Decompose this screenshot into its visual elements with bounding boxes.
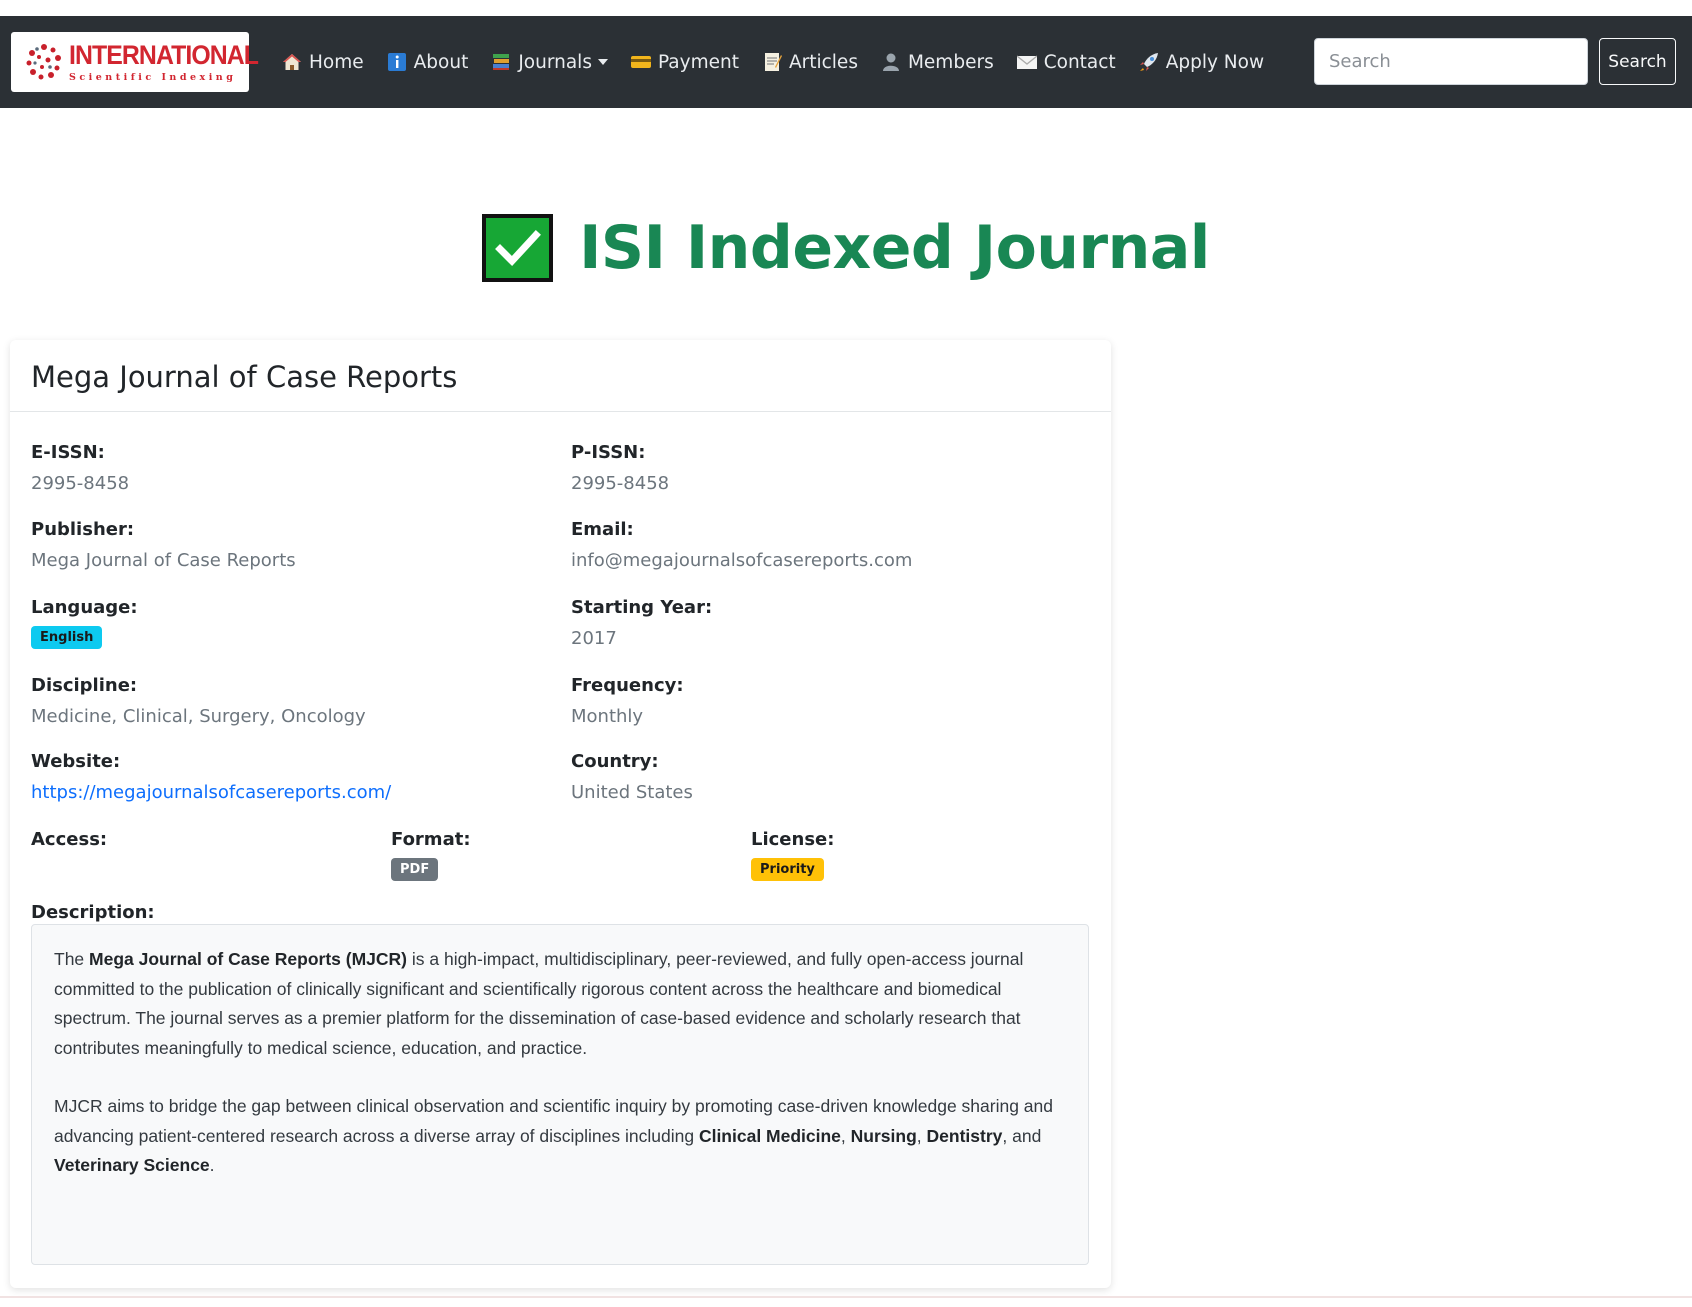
discipline-label: Discipline: <box>31 675 138 696</box>
website-link[interactable]: https://megajournalsofcasereports.com/ <box>31 782 391 803</box>
house-icon <box>282 52 302 72</box>
site-logo[interactable]: INTERNATIONAL Scientific Indexing <box>11 32 259 92</box>
desc-p2-clinical-medicine: Clinical Medicine <box>698 1125 841 1146</box>
e-issn-value: 2995-8458 <box>31 473 130 494</box>
person-icon <box>881 52 901 72</box>
nav-apply-now[interactable]: Apply Now <box>1139 52 1264 73</box>
hero-banner: ISI Indexed Journal <box>0 208 1692 288</box>
country-field: Country: United States <box>571 751 693 803</box>
website-field: Website: https://megajournalsofcaserepor… <box>31 751 391 803</box>
memo-icon <box>762 52 782 72</box>
format-label: Format: <box>391 829 471 850</box>
card-header: Mega Journal of Case Reports <box>10 340 1111 412</box>
publisher-label: Publisher: <box>31 519 135 540</box>
discipline-field: Discipline: Medicine, Clinical, Surgery,… <box>31 675 366 727</box>
description-box: The Mega Journal of Case Reports (MJCR) … <box>31 924 1089 1265</box>
e-issn-label: E-ISSN: <box>31 442 105 463</box>
nav-articles[interactable]: Articles <box>762 52 858 73</box>
p-issn-value: 2995-8458 <box>571 473 670 494</box>
email-value: info@megajournalsofcasereports.com <box>571 550 913 571</box>
main-nav: Home About Journals Payment Articles Mem… <box>282 16 1287 108</box>
credit-card-icon <box>630 52 651 72</box>
desc-p2-dentistry: Dentistry <box>926 1125 1003 1146</box>
format-field: Format: PDF <box>391 829 471 881</box>
desc-p2-nursing: Nursing <box>850 1125 917 1146</box>
description-paragraph-2: MJCR aims to bridge the gap between clin… <box>54 1092 1066 1181</box>
nav-about-label: About <box>413 51 469 73</box>
desc-p1-bold: Mega Journal of Case Reports (MJCR) <box>89 949 407 969</box>
discipline-value: Medicine, Clinical, Surgery, Oncology <box>31 706 366 727</box>
check-box-icon <box>482 214 554 282</box>
website-label: Website: <box>31 751 121 772</box>
license-label: License: <box>751 829 835 850</box>
e-issn-field: E-ISSN: 2995-8458 <box>31 442 129 494</box>
desc-p2-end: . <box>209 1155 215 1175</box>
desc-p1-pre: The <box>54 949 90 969</box>
country-value: United States <box>571 782 693 803</box>
access-label: Access: <box>31 829 108 850</box>
desc-p2-sep-3: , and <box>1002 1125 1042 1146</box>
page-bottom-divider <box>0 1296 1692 1298</box>
language-badge: English <box>31 626 103 649</box>
navbar: INTERNATIONAL Scientific Indexing Home A… <box>0 16 1692 108</box>
description-label: Description: <box>31 902 155 923</box>
publisher-field: Publisher: Mega Journal of Case Reports <box>31 519 296 571</box>
envelope-icon <box>1016 52 1038 72</box>
description-paragraph-1: The Mega Journal of Case Reports (MJCR) … <box>54 945 1066 1063</box>
nav-about[interactable]: About <box>387 51 469 73</box>
nav-apply-now-label: Apply Now <box>1165 51 1265 73</box>
nav-home[interactable]: Home <box>282 52 364 73</box>
starting-year-value: 2017 <box>571 628 617 649</box>
desc-p2-sep-1: , <box>840 1125 851 1146</box>
license-field: License: Priority <box>751 829 834 881</box>
nav-journals-label: Journals <box>518 51 592 73</box>
language-label: Language: <box>31 597 138 618</box>
nav-payment-label: Payment <box>657 51 739 73</box>
frequency-label: Frequency: <box>571 675 684 696</box>
frequency-value: Monthly <box>571 706 644 727</box>
desc-p2-veterinary-science: Veterinary Science <box>54 1155 210 1175</box>
access-field: Access: <box>31 829 107 850</box>
description-field: Description: <box>31 902 155 923</box>
logo-sub-text: Scientific Indexing <box>69 71 237 83</box>
hero-title: ISI Indexed Journal <box>579 213 1210 283</box>
email-label: Email: <box>571 519 634 540</box>
license-badge: Priority <box>751 858 824 881</box>
nav-journals[interactable]: Journals <box>491 52 608 73</box>
journal-name: Mega Journal of Case Reports <box>31 360 458 394</box>
chevron-down-icon <box>597 59 608 65</box>
country-label: Country: <box>571 751 659 772</box>
nav-home-label: Home <box>309 51 364 73</box>
starting-year-field: Starting Year: 2017 <box>571 597 712 649</box>
journal-card: Mega Journal of Case Reports E-ISSN: 299… <box>10 340 1111 1288</box>
p-issn-label: P-ISSN: <box>571 442 646 463</box>
nav-contact[interactable]: Contact <box>1016 51 1116 73</box>
starting-year-label: Starting Year: <box>571 597 713 618</box>
nav-members[interactable]: Members <box>881 52 994 73</box>
rocket-icon <box>1139 52 1159 72</box>
nav-articles-label: Articles <box>788 51 858 73</box>
nav-members-label: Members <box>907 51 994 73</box>
info-icon <box>387 52 407 72</box>
search-button[interactable]: Search <box>1599 38 1676 85</box>
frequency-field: Frequency: Monthly <box>571 675 684 727</box>
logo-globe-icon <box>23 41 65 83</box>
search-input[interactable] <box>1314 38 1588 85</box>
language-field: Language: English <box>31 597 138 649</box>
p-issn-field: P-ISSN: 2995-8458 <box>571 442 669 494</box>
desc-p2-sep-2: , <box>916 1125 927 1146</box>
books-icon <box>491 52 511 72</box>
publisher-value: Mega Journal of Case Reports <box>31 550 296 571</box>
logo-main-text: INTERNATIONAL <box>69 39 259 70</box>
nav-contact-label: Contact <box>1043 51 1116 73</box>
format-badge: PDF <box>391 858 439 881</box>
nav-payment[interactable]: Payment <box>630 51 739 73</box>
email-field: Email: info@megajournalsofcasereports.co… <box>571 519 912 571</box>
